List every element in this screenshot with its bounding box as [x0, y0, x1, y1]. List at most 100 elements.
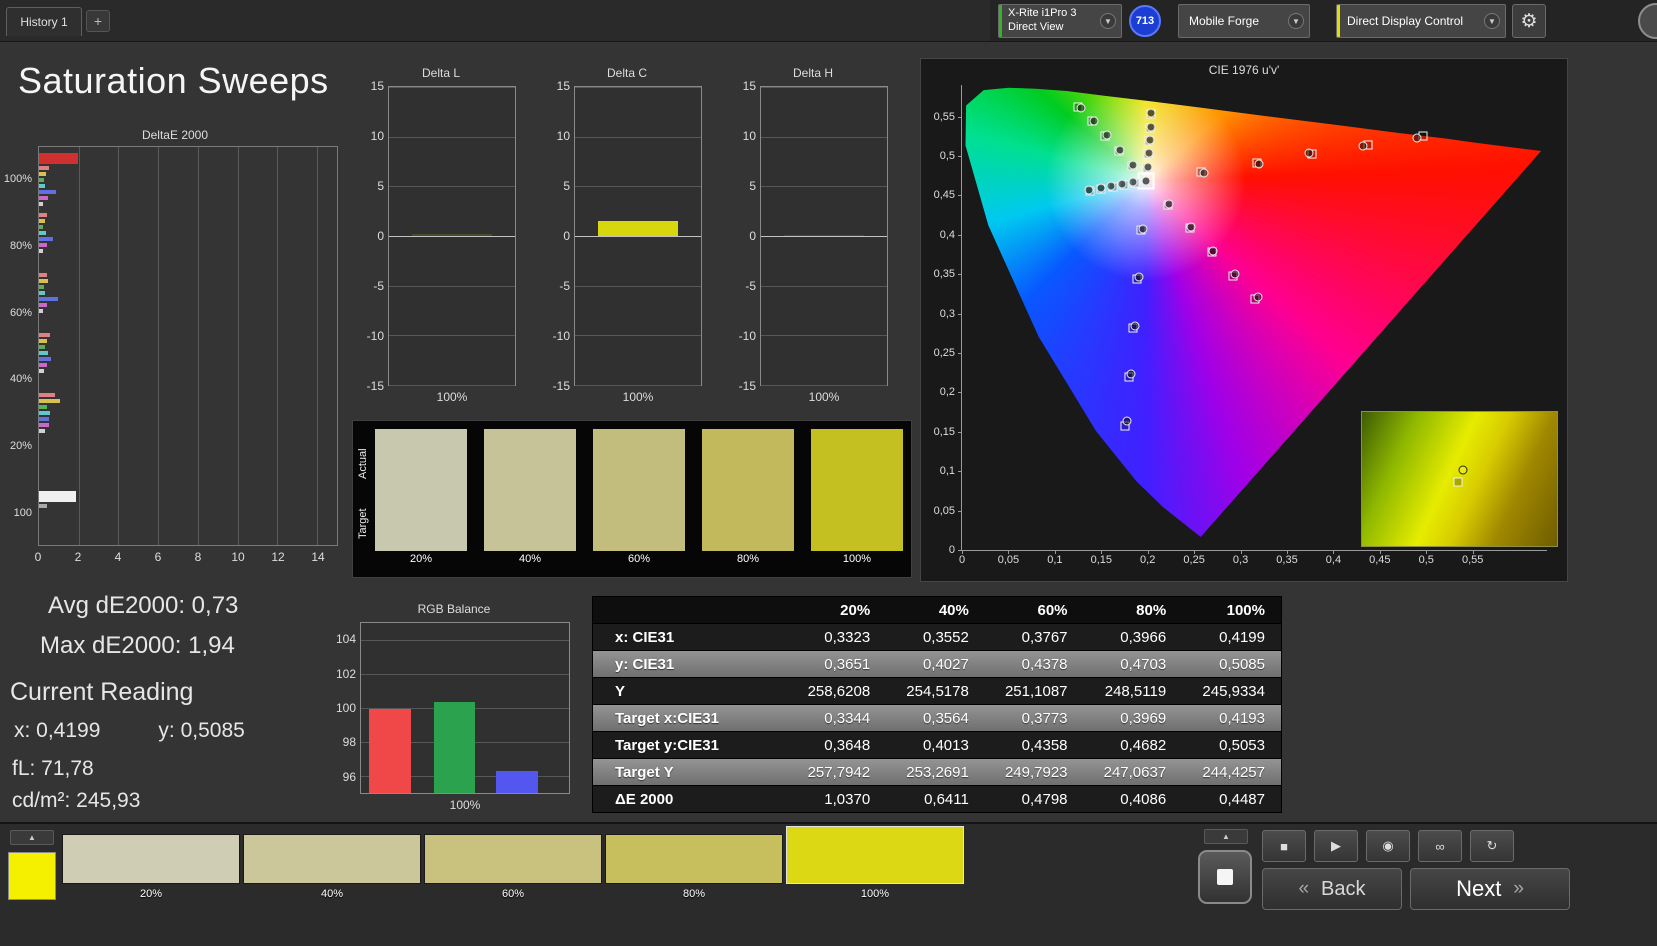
saturation-swatch-button[interactable]: 20% [62, 834, 240, 902]
axis-tick-label: 80% [9, 240, 32, 252]
inset-measured-marker [1458, 465, 1468, 475]
bar [39, 190, 57, 194]
cell-value: 248,5119 [1083, 677, 1183, 705]
grid-line [158, 147, 160, 545]
add-tab-button[interactable]: + [86, 10, 110, 32]
table-row: Y 258,6208 254,5178 251,1087 248,5119 245,933… [592, 677, 1282, 705]
axis-tick-label: 10 [231, 550, 245, 564]
axis-tick-label: -5 [745, 279, 756, 293]
bar [39, 231, 46, 235]
source-dropdown[interactable]: Mobile Forge ▼ [1178, 4, 1310, 38]
bar [39, 399, 60, 403]
meter-name: X-Rite i1Pro 3 [1008, 7, 1077, 20]
row-label: x: CIE31 [592, 623, 788, 651]
axis-tick-label: 0,3 [939, 307, 955, 320]
saturation-swatch-button[interactable]: 100% [786, 826, 964, 902]
swatch-label: 80% [736, 553, 760, 565]
control-dropdown[interactable]: Direct Display Control ▼ [1336, 4, 1506, 38]
cell-value: 245,9334 [1182, 677, 1282, 705]
grid-line [361, 640, 569, 641]
stop-measurement-button[interactable] [1198, 850, 1252, 904]
cie-current-point-highlight [1137, 172, 1155, 190]
loop-button[interactable]: ∞ [1418, 830, 1462, 862]
current-y: y: 0,5085 [158, 719, 245, 742]
current-cdm2: cd/m²: 245,93 [12, 789, 141, 812]
grid-line [317, 147, 319, 545]
swatch-color [62, 834, 240, 884]
axis-tick-label: 0,5 [939, 149, 955, 162]
cie-measured-marker [1146, 108, 1156, 118]
table-row: Target x:CIE31 0,3344 0,3564 0,3773 0,3969 0,… [592, 704, 1282, 732]
stop-button[interactable]: ■ [1262, 830, 1306, 862]
expand-panel-button[interactable]: ▲ [10, 830, 54, 845]
axis-tick-label: 0 [377, 229, 384, 243]
target-row-label: Target [357, 508, 369, 540]
axis-tick [958, 195, 962, 197]
play-icon: ▶ [1331, 838, 1341, 853]
saturation-swatch-button[interactable]: 40% [243, 834, 421, 902]
row-label: Y [592, 677, 788, 705]
axis-tick-label: -10 [552, 329, 570, 343]
swatch-color [243, 834, 421, 884]
current-x: x: 0,4199 [14, 719, 101, 742]
cell-value: 0,4798 [984, 785, 1084, 813]
cie-measured-marker [1096, 183, 1106, 193]
grid-line [389, 236, 515, 237]
next-button[interactable]: Next » [1410, 868, 1570, 910]
delta-bar [411, 234, 493, 236]
actual-target-swatch-panel: Actual Target 20% 40% 60% 80% 100% [352, 420, 912, 578]
row-label: Target Y [592, 758, 788, 786]
settings-gear-button[interactable]: ⚙ [1512, 4, 1546, 38]
meter-dropdown[interactable]: X-Rite i1Pro 3 Direct View ▼ [998, 4, 1122, 38]
saturation-swatch-button[interactable]: 60% [424, 834, 602, 902]
cell-value: 0,3651 [787, 650, 887, 678]
cie-measured-marker [1128, 177, 1138, 187]
cell-value: 0,3773 [984, 704, 1084, 732]
chevron-down-icon[interactable]: ▼ [1288, 13, 1304, 29]
saturation-swatch-button[interactable]: 80% [605, 834, 783, 902]
axis-tick-label: 0,5 [1418, 554, 1434, 566]
back-button[interactable]: « Back [1262, 868, 1402, 910]
bar [39, 345, 45, 349]
refresh-icon: ↻ [1486, 838, 1498, 853]
chevron-down-icon[interactable]: ▼ [1484, 13, 1500, 29]
cell-value: 0,4378 [984, 650, 1084, 678]
rgb-balance-chart: RGB Balance 100% 104 102 100 98 96 [330, 602, 578, 816]
rgb-plot-area [360, 622, 570, 794]
blue-bar [496, 770, 538, 793]
expand-panel-button[interactable]: ▲ [1204, 829, 1248, 844]
bar-group [39, 327, 337, 387]
cell-value: 254,5178 [886, 677, 985, 705]
axis-tick-label: -15 [552, 379, 570, 393]
up-arrow-icon: ▲ [28, 833, 36, 842]
axis-tick [958, 550, 962, 551]
meter-count-badge[interactable]: 713 [1129, 5, 1161, 37]
swatch-label: 40% [518, 553, 542, 565]
axis-tick [958, 313, 962, 315]
record-button[interactable]: ◉ [1366, 830, 1410, 862]
axis-tick-label: 102 [335, 666, 356, 681]
cell-value: 0,4199 [1182, 623, 1282, 651]
axis-tick-label: 0,15 [1090, 554, 1112, 566]
cie-measured-marker [1106, 181, 1116, 191]
cell-value: 0,3767 [984, 623, 1084, 651]
axis-tick-label: 60% [9, 306, 32, 319]
red-bar [369, 708, 411, 793]
cell-value: 1,0370 [787, 785, 887, 813]
axis-tick-label: 8 [194, 550, 202, 564]
refresh-button[interactable]: ↻ [1470, 830, 1514, 862]
history-tab[interactable]: History 1 [6, 7, 82, 36]
swatch-label: 20% [139, 888, 163, 900]
chevron-down-icon[interactable]: ▼ [1100, 13, 1116, 29]
column-header: 100% [1182, 596, 1282, 624]
axis-tick-label: 0,55 [933, 110, 955, 123]
play-button[interactable]: ▶ [1314, 830, 1358, 862]
table-row: Target Y 257,7942 253,2691 249,7923 247,0637… [592, 758, 1282, 786]
axis-tick-label: 96 [342, 769, 356, 784]
axis-tick-label: 100% [436, 390, 468, 404]
bar [39, 393, 55, 397]
source-label: Mobile Forge [1189, 14, 1260, 28]
delta-l-plot-area [388, 86, 516, 386]
axis-tick-label: -15 [738, 379, 756, 393]
inset-target-marker [1453, 477, 1463, 487]
